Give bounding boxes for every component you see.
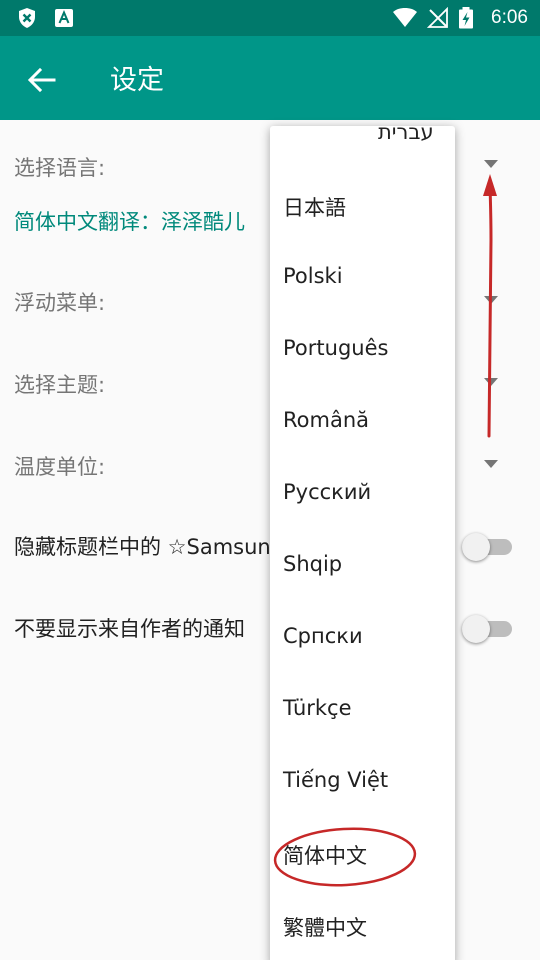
chevron-down-icon[interactable] [484,296,498,304]
no-signal-icon [427,7,448,28]
arrow-back-icon[interactable] [22,60,62,100]
language-option[interactable]: Shqip [283,552,342,576]
language-option-selected[interactable]: 简体中文 [283,840,367,870]
temperature-unit-label: 温度单位: [14,455,106,479]
language-option[interactable]: Türkçe [283,696,352,720]
language-option[interactable]: עברית [378,126,434,144]
language-value: 简体中文翻译：泽泽酷儿 [14,210,245,234]
no-author-notice-toggle[interactable] [462,615,512,643]
language-option[interactable]: Српски [283,624,363,648]
page-title: 设定 [110,65,164,96]
chevron-down-icon[interactable] [484,460,498,468]
toolbar: 设定 [0,36,540,120]
battery-charging-icon [459,7,473,29]
annotation-arrow [483,174,497,438]
language-option[interactable]: 日本語 [283,192,346,222]
no-author-notice-label: 不要显示来自作者的通知 [14,617,245,641]
status-bar: 6:06 [0,0,540,36]
language-option[interactable]: Português [283,336,388,360]
wifi-icon [393,8,417,27]
text-a-icon [55,9,73,27]
hide-title-toggle[interactable] [462,533,512,561]
language-option[interactable]: Polski [283,264,343,288]
language-dropdown: עברית 日本語 Polski Português Română Русски… [270,126,455,960]
toggle-thumb [462,615,490,643]
toggle-thumb [462,533,490,561]
hide-title-label: 隐藏标题栏中的 ☆Samsung [14,535,285,559]
status-time: 6:06 [491,7,528,28]
language-option[interactable]: Tiếng Việt [283,768,388,792]
language-option[interactable]: 繁體中文 [283,912,367,942]
theme-label: 选择主题: [14,373,106,397]
language-option[interactable]: Română [283,408,369,432]
chevron-down-icon[interactable] [484,160,498,168]
close-shield-icon [19,8,35,28]
language-option[interactable]: Русский [283,480,371,504]
language-label: 选择语言: [14,156,106,180]
chevron-down-icon[interactable] [484,378,498,386]
floating-menu-label: 浮动菜单: [14,291,106,315]
